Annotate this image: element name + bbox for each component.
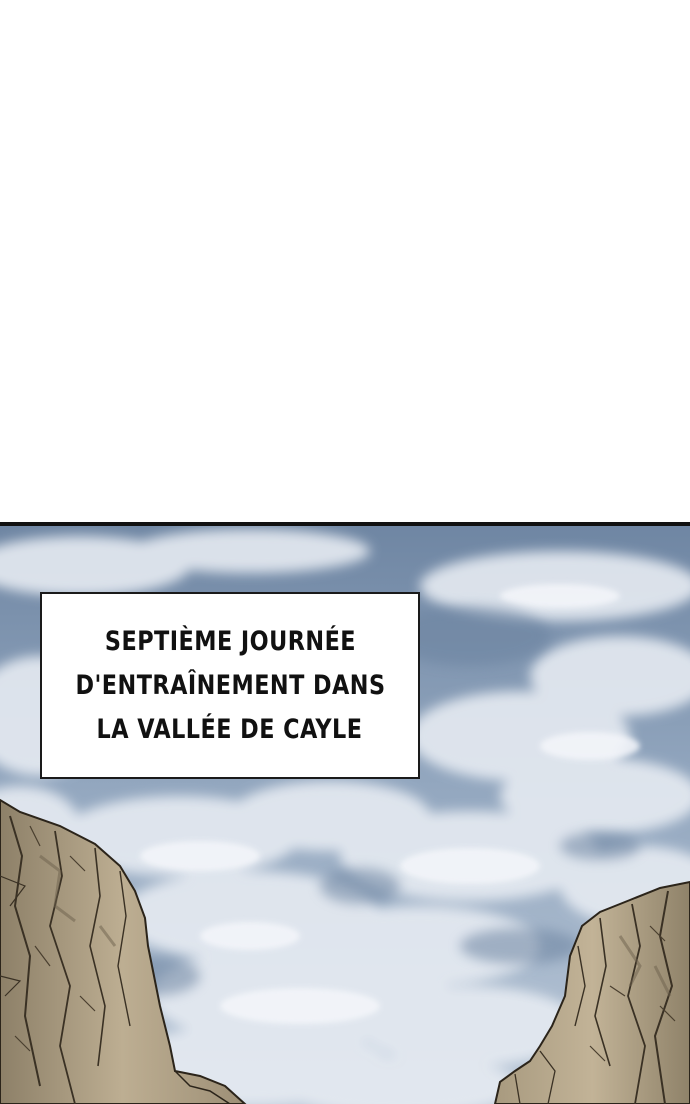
caption-line-1: SEPTIÈME JOURNÉE: [104, 625, 356, 657]
caption-line-3: LA VALLÉE DE CAYLE: [97, 713, 363, 745]
blank-page-area: [0, 0, 690, 522]
narration-caption-box: SEPTIÈME JOURNÉE D'ENTRAÎNEMENT DANS LA …: [40, 592, 420, 779]
caption-line-2: D'ENTRAÎNEMENT DANS: [74, 669, 386, 701]
